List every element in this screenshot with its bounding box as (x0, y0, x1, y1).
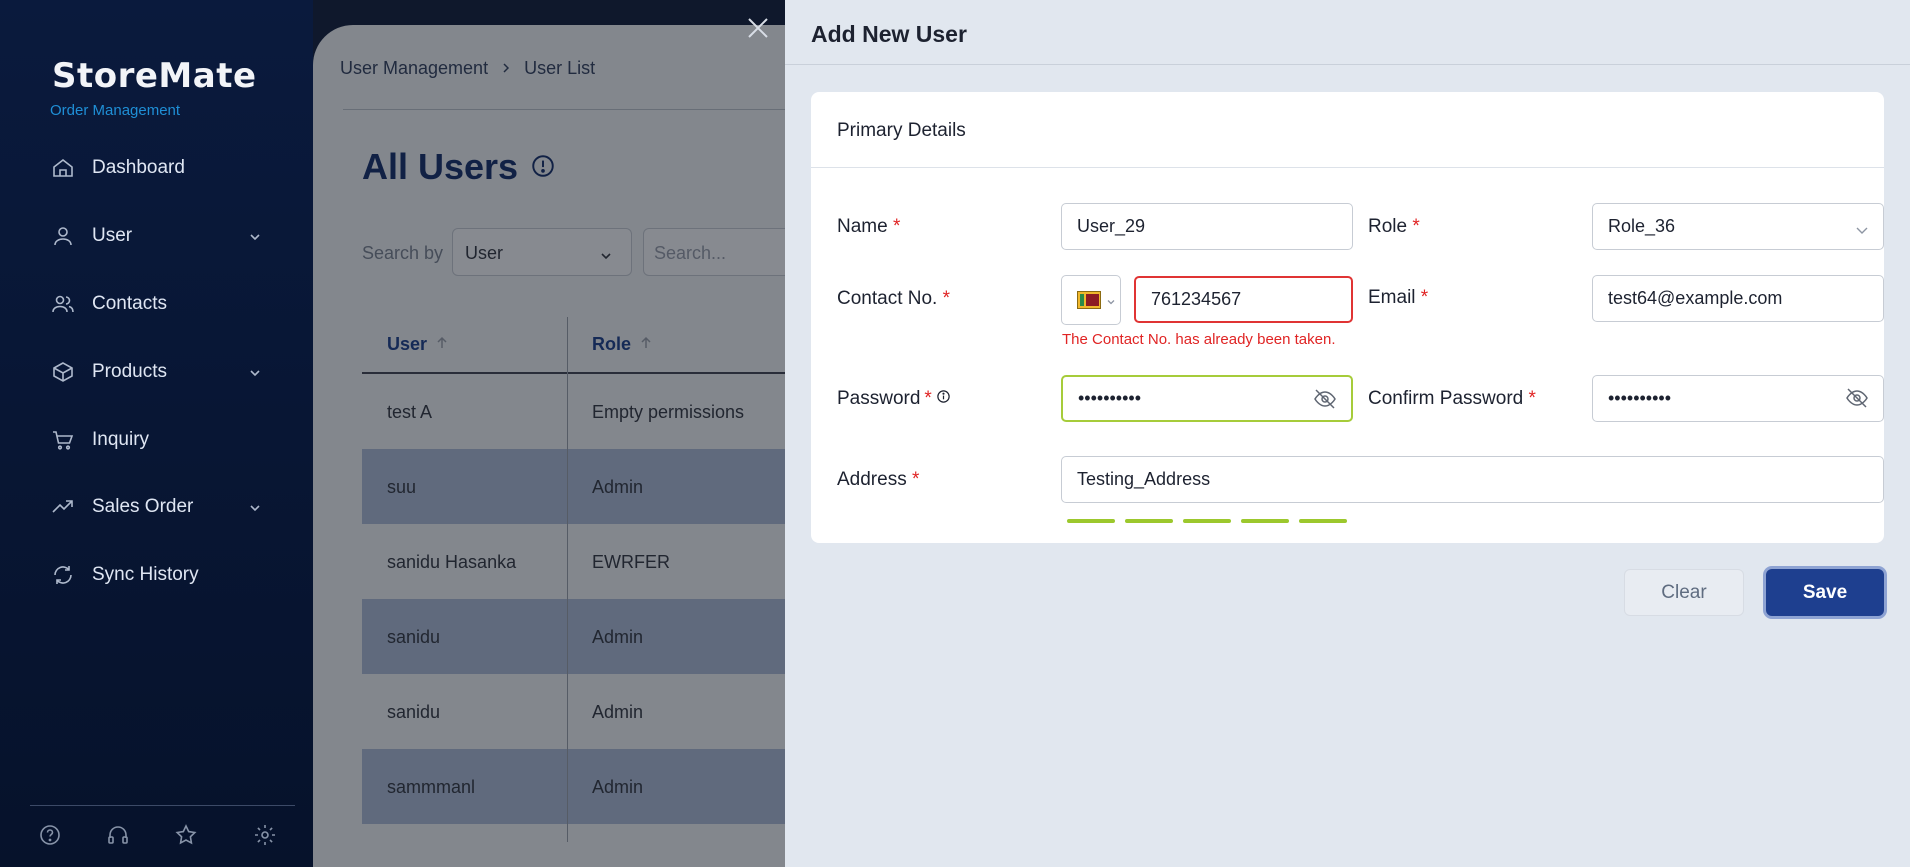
password-value: •••••••••• (1078, 388, 1142, 408)
address-value: Testing_Address (1077, 469, 1211, 489)
required-mark: * (892, 216, 901, 237)
gear-icon[interactable] (250, 820, 280, 850)
password-strength-bar (1299, 519, 1347, 523)
info-icon[interactable] (936, 388, 951, 410)
sidebar-item-sync-history[interactable]: Sync History (50, 555, 270, 595)
role-value: Role_36 (1608, 216, 1676, 236)
email-field[interactable]: test64@example.com (1592, 275, 1884, 322)
contact-error-message: The Contact No. has already been taken. (1062, 331, 1336, 348)
chevron-down-icon (248, 364, 262, 386)
password-field[interactable]: •••••••••• (1061, 375, 1353, 422)
password-strength-bar (1241, 519, 1289, 523)
country-code-select[interactable] (1061, 275, 1121, 325)
primary-details-card: Primary Details Name * User_29 Role * Ro… (811, 92, 1884, 543)
sidebar-item-label: Inquiry (92, 429, 150, 450)
home-icon (50, 155, 76, 181)
confirm-password-field[interactable]: •••••••••• (1592, 375, 1884, 422)
name-label-text: Name (837, 216, 888, 237)
help-icon[interactable] (35, 820, 65, 850)
cart-icon (50, 427, 76, 453)
headphones-icon[interactable] (103, 820, 133, 850)
password-strength-bar (1067, 519, 1115, 523)
chevron-down-icon (1106, 294, 1116, 312)
email-label: Email * (1368, 287, 1428, 309)
add-user-drawer: Add New User Primary Details Name * User… (785, 0, 1910, 867)
close-icon[interactable] (744, 14, 772, 42)
required-mark: * (924, 388, 932, 409)
drawer-title: Add New User (811, 21, 967, 47)
contact-label: Contact No. * (837, 288, 950, 310)
password-label-text: Password (837, 388, 921, 409)
chevron-down-icon (248, 499, 262, 521)
role-label-text: Role (1368, 216, 1408, 237)
sidebar-item-products[interactable]: Products (50, 352, 270, 392)
user-icon (50, 223, 76, 249)
section-title: Primary Details (837, 120, 966, 141)
sidebar-item-user[interactable]: User (50, 216, 270, 256)
chevron-down-icon (1855, 221, 1869, 242)
app-logo: StoreMate (52, 56, 257, 96)
email-label-text: Email (1368, 287, 1416, 308)
sidebar-item-contacts[interactable]: Contacts (50, 284, 270, 324)
trend-up-icon (50, 494, 76, 520)
address-field[interactable]: Testing_Address (1061, 456, 1884, 503)
sidebar-item-label: Dashboard (92, 157, 185, 178)
clear-button[interactable]: Clear (1624, 569, 1744, 616)
sidebar-item-sales-order[interactable]: Sales Order (50, 487, 270, 527)
sidebar-item-label: User (92, 225, 133, 246)
address-label-text: Address (837, 469, 907, 490)
address-label: Address * (837, 469, 919, 491)
sidebar-item-label: Products (92, 361, 167, 382)
role-label: Role * (1368, 216, 1420, 238)
modal-overlay[interactable] (313, 0, 785, 867)
name-field[interactable]: User_29 (1061, 203, 1353, 250)
card-header: Primary Details (811, 92, 1884, 168)
password-label: Password * (837, 388, 951, 410)
star-icon[interactable] (171, 820, 201, 850)
contacts-icon (50, 291, 76, 317)
required-mark: * (942, 288, 951, 309)
confirm-password-label-text: Confirm Password (1368, 388, 1524, 409)
eye-off-icon[interactable] (1313, 388, 1337, 415)
save-button[interactable]: Save (1766, 569, 1884, 616)
contact-number-field[interactable]: 761234567 (1134, 276, 1353, 323)
email-value: test64@example.com (1608, 288, 1783, 308)
chevron-down-icon (248, 228, 262, 250)
eye-off-icon[interactable] (1845, 387, 1869, 414)
name-value: User_29 (1077, 216, 1146, 236)
password-strength-bar (1183, 519, 1231, 523)
role-select[interactable]: Role_36 (1592, 203, 1884, 250)
sidebar-item-label: Sales Order (92, 496, 194, 517)
required-mark: * (911, 469, 920, 490)
sidebar-item-inquiry[interactable]: Inquiry (50, 420, 270, 460)
sri-lanka-flag-icon (1077, 291, 1101, 309)
sidebar-item-label: Sync History (92, 564, 199, 585)
contact-value: 761234567 (1151, 289, 1242, 309)
sidebar-item-label: Contacts (92, 293, 167, 314)
required-mark: * (1420, 287, 1429, 308)
sync-icon (50, 562, 76, 588)
sidebar-divider (30, 805, 295, 806)
app-subtitle: Order Management (50, 102, 181, 119)
contact-label-text: Contact No. (837, 288, 938, 309)
required-mark: * (1528, 388, 1536, 409)
drawer-header: Add New User (785, 0, 1910, 65)
box-icon (50, 359, 76, 385)
sidebar: StoreMate Order Management Dashboard Use… (0, 0, 313, 867)
confirm-password-value: •••••••••• (1608, 388, 1672, 408)
sidebar-item-dashboard[interactable]: Dashboard (50, 148, 270, 188)
confirm-password-label: Confirm Password * (1368, 388, 1536, 410)
required-mark: * (1412, 216, 1420, 237)
password-strength-bar (1125, 519, 1173, 523)
name-label: Name * (837, 216, 900, 238)
